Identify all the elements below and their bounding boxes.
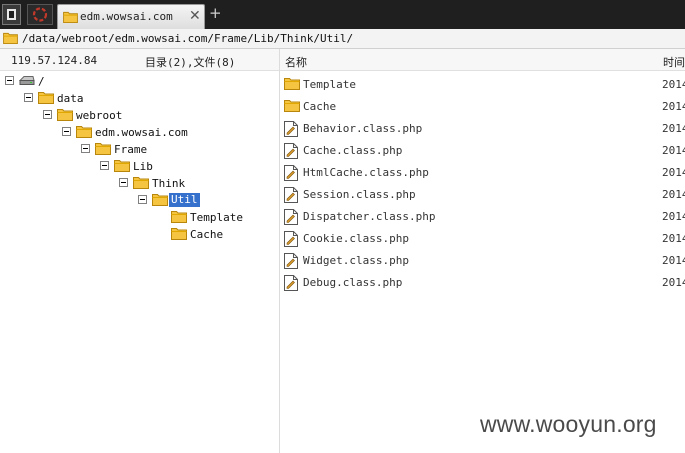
php-file-icon [284, 231, 298, 247]
window-icon [7, 9, 16, 20]
tree-item-label: Frame [114, 143, 148, 156]
watermark: www.wooyun.org [480, 411, 657, 437]
record-button[interactable] [27, 4, 53, 25]
file-time: 2014 [662, 276, 685, 289]
php-file-icon [284, 209, 298, 225]
list-item[interactable]: Behavior.class.php 2014 [280, 118, 685, 140]
file-name: HtmlCache.class.php [303, 166, 429, 179]
file-time: 2014 [662, 166, 685, 179]
folder-icon [152, 193, 168, 206]
file-name: Cache [303, 100, 337, 113]
tree-item[interactable]: / [5, 73, 205, 90]
list-item[interactable]: Debug.class.php 2014 [280, 272, 685, 294]
folder-icon [114, 159, 130, 172]
file-time: 2014 [662, 188, 685, 201]
tree-item-label: Think [152, 177, 186, 190]
php-file-icon [284, 253, 298, 269]
tree-item-label: Util [169, 193, 200, 207]
collapse-icon[interactable] [138, 195, 147, 204]
php-file-icon [284, 187, 298, 203]
list-item[interactable]: Cookie.class.php 2014 [280, 228, 685, 250]
folder-icon [57, 108, 73, 121]
tab-bar: edm.wowsai.com ✕ + [0, 0, 685, 29]
collapse-icon[interactable] [119, 178, 128, 187]
tree-item[interactable]: data [24, 90, 224, 107]
php-file-icon [284, 121, 298, 137]
list-item[interactable]: Session.class.php 2014 [280, 184, 685, 206]
new-tab-button[interactable]: + [209, 5, 222, 22]
file-name: Dispatcher.class.php [303, 210, 436, 223]
tab-title: edm.wowsai.com [80, 10, 173, 23]
collapse-icon[interactable] [43, 110, 52, 119]
folder-icon [63, 11, 78, 23]
folder-icon [3, 32, 18, 44]
list-item[interactable]: HtmlCache.class.php 2014 [280, 162, 685, 184]
file-name: Cookie.class.php [303, 232, 409, 245]
folder-icon [284, 77, 300, 90]
tree-item-label: webroot [76, 109, 123, 122]
php-file-icon [284, 275, 298, 291]
column-header-name[interactable]: 名称 [285, 54, 307, 70]
php-file-icon [284, 165, 298, 181]
folder-icon [171, 210, 187, 223]
folder-icon [38, 91, 54, 104]
file-time: 2014 [662, 144, 685, 157]
folder-icon [76, 125, 92, 138]
address-path[interactable]: /data/webroot/edm.wowsai.com/Frame/Lib/T… [22, 32, 353, 45]
file-name: Cache.class.php [303, 144, 403, 157]
list-item[interactable]: Cache 2014 [280, 96, 685, 118]
tree-item[interactable]: webroot [43, 107, 243, 124]
drive-icon [19, 74, 35, 87]
file-list: Template 2014 Cache 2014 Behavior.class.php 2… [280, 71, 685, 453]
list-header: 119.57.124.84 目录(2),文件(8) 名称 时间 [0, 49, 685, 71]
file-time: 2014 [662, 100, 685, 113]
file-time: 2014 [662, 254, 685, 267]
file-time: 2014 [662, 232, 685, 245]
php-file-icon [284, 143, 298, 159]
folder-icon [171, 227, 187, 240]
file-name: Behavior.class.php [303, 122, 423, 135]
list-item[interactable]: Cache.class.php 2014 [280, 140, 685, 162]
tree-item-label: / [38, 75, 45, 88]
close-icon[interactable]: ✕ [189, 8, 201, 24]
collapse-icon[interactable] [100, 161, 109, 170]
tree-item[interactable]: Frame [81, 141, 281, 158]
tree-item-label: Lib [133, 160, 153, 173]
file-name: Debug.class.php [303, 276, 403, 289]
file-time: 2014 [662, 78, 685, 91]
app-menu-button[interactable] [2, 4, 21, 25]
folder-icon [284, 99, 300, 112]
tree-item[interactable]: edm.wowsai.com [62, 124, 262, 141]
tree-item-label: Template [190, 211, 243, 224]
record-icon [27, 4, 53, 25]
address-bar[interactable]: /data/webroot/edm.wowsai.com/Frame/Lib/T… [0, 29, 685, 49]
tab-active[interactable]: edm.wowsai.com ✕ [57, 4, 205, 29]
list-item[interactable]: Template 2014 [280, 74, 685, 96]
tree-item-label: Cache [190, 228, 224, 241]
list-item[interactable]: Widget.class.php 2014 [280, 250, 685, 272]
collapse-icon[interactable] [24, 93, 33, 102]
tree-item-label: edm.wowsai.com [95, 126, 188, 139]
folder-icon [133, 176, 149, 189]
tree-item-label: data [57, 92, 84, 105]
host-address: 119.57.124.84 [11, 54, 98, 67]
directory-tree: / data webroot edm.wowsai.com Frame Lib Think U… [0, 71, 279, 453]
file-time: 2014 [662, 210, 685, 223]
file-name: Template [303, 78, 356, 91]
dir-summary: 目录(2),文件(8) [145, 56, 236, 69]
file-time: 2014 [662, 122, 685, 135]
collapse-icon[interactable] [62, 127, 71, 136]
collapse-icon[interactable] [81, 144, 90, 153]
file-name: Widget.class.php [303, 254, 409, 267]
file-name: Session.class.php [303, 188, 416, 201]
list-item[interactable]: Dispatcher.class.php 2014 [280, 206, 685, 228]
folder-icon [95, 142, 111, 155]
column-header-time[interactable]: 时间 [663, 54, 685, 70]
collapse-icon[interactable] [5, 76, 14, 85]
tree-item[interactable]: Lib [100, 158, 300, 175]
